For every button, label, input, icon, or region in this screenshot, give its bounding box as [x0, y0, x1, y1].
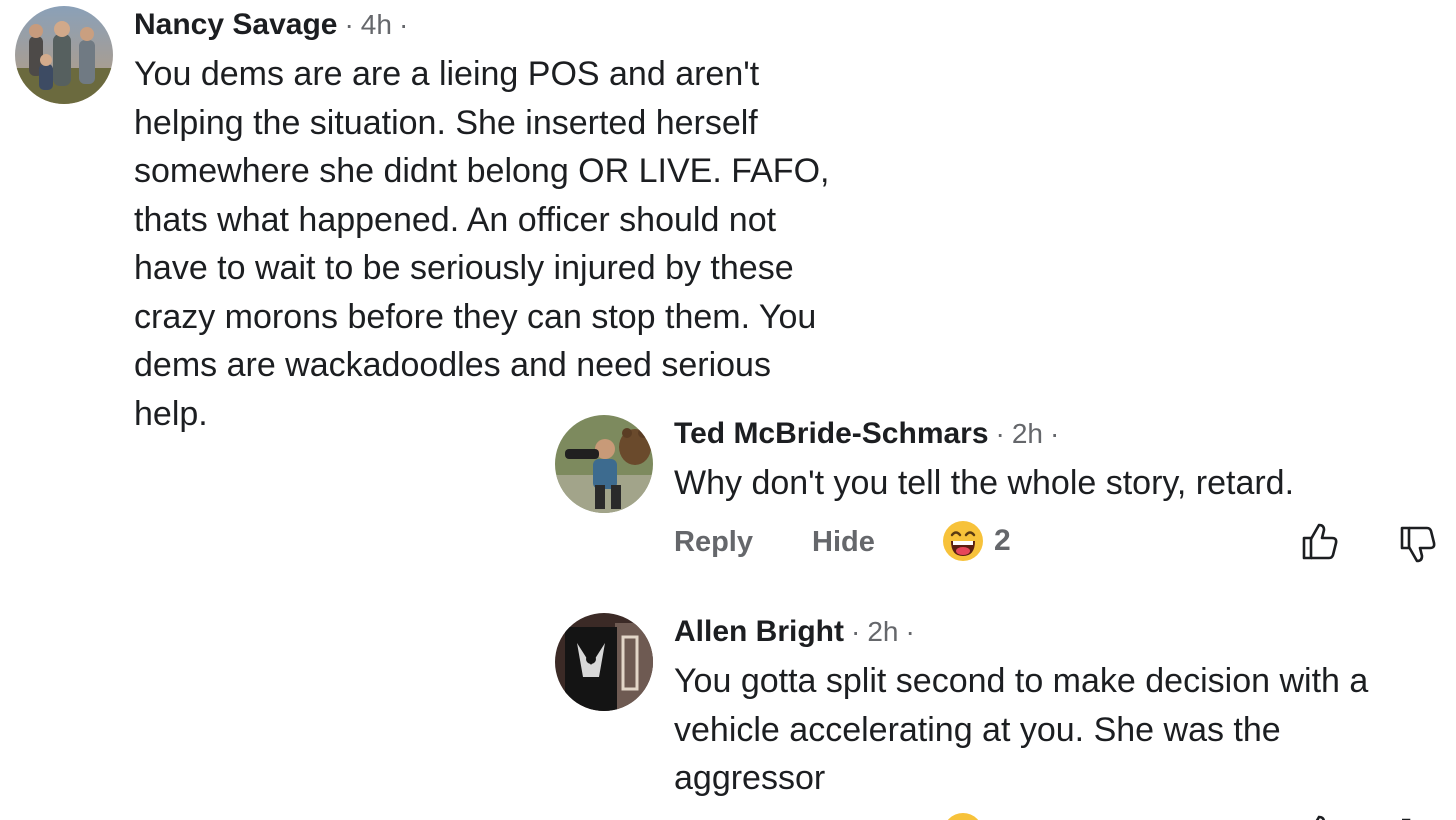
- reply-text-line: vehicle accelerating at you. She was the: [674, 710, 1281, 749]
- meta-separator: ·: [905, 616, 915, 647]
- comment-text-line: You dems are are a lieing POS and aren't: [134, 55, 760, 93]
- reply-header: Ted McBride-Schmars · 2h ·: [674, 416, 1066, 452]
- family-photo-avatar: [15, 6, 113, 104]
- avatar-allen-bright[interactable]: [555, 613, 653, 711]
- thumbs-up-icon[interactable]: [1300, 520, 1340, 562]
- laughing-emoji-icon: [943, 521, 983, 561]
- reaction-summary[interactable]: 2: [942, 520, 1011, 562]
- meta-separator: ·: [398, 9, 409, 40]
- comment-thread: Nancy Savage · 4h · You dems are are a l…: [0, 0, 1456, 820]
- laughing-emoji-icon: [947, 813, 979, 820]
- photographer-with-bear-avatar: [555, 415, 653, 513]
- meta-separator: ·: [851, 616, 861, 647]
- comment-text-line: crazy morons before they can stop them. …: [134, 297, 817, 336]
- author-name[interactable]: Allen Bright: [674, 614, 844, 650]
- timestamp[interactable]: 4h: [361, 7, 392, 43]
- author-name[interactable]: Ted McBride-Schmars: [674, 416, 989, 452]
- reply-text-line: Why don't you tell the whole story, reta…: [674, 464, 1295, 502]
- reply-text: You gotta split second to make decision …: [674, 657, 1368, 803]
- comment-text-line: thats what happened. An officer should n…: [134, 200, 777, 239]
- avatar-ted-mcbride-schmars[interactable]: [555, 415, 653, 513]
- avatar-nancy-savage[interactable]: [15, 6, 113, 104]
- reply-header: Allen Bright · 2h ·: [674, 614, 922, 650]
- reply-actions-bar-cutoff: [674, 812, 1456, 820]
- timestamp[interactable]: 2h: [1012, 416, 1043, 452]
- reply-button[interactable]: Reply: [674, 526, 753, 559]
- comment-text-line: dems are wackadoodles and need serious: [134, 346, 771, 384]
- comment-header: Nancy Savage · 4h ·: [134, 7, 415, 43]
- author-name[interactable]: Nancy Savage: [134, 7, 337, 43]
- thumbs-up-icon[interactable]: [1300, 812, 1340, 820]
- reply-actions-bar: Reply Hide 2: [674, 520, 1456, 568]
- reply-text: Why don't you tell the whole story, reta…: [674, 459, 1294, 508]
- meta-separator: ·: [1050, 418, 1060, 449]
- reply-text-line: You gotta split second to make decision …: [674, 662, 1369, 700]
- comment-text-line: helping the situation. She inserted hers…: [134, 103, 758, 142]
- comment-text-line: have to wait to be seriously injured by …: [134, 249, 794, 287]
- comment-text-line: somewhere she didnt belong OR LIVE. FAFO…: [134, 152, 830, 190]
- comment-text: You dems are are a lieing POS and aren't…: [134, 50, 829, 438]
- hide-button[interactable]: Hide: [812, 526, 875, 559]
- thumbs-down-icon[interactable]: [1398, 524, 1438, 566]
- timestamp[interactable]: 2h: [867, 614, 898, 650]
- meta-separator: ·: [995, 418, 1005, 449]
- reply-text-line: aggressor: [674, 759, 826, 797]
- dark-graphic-tshirt-avatar: [555, 613, 653, 711]
- reaction-count: 2: [994, 524, 1011, 557]
- thumbs-down-icon[interactable]: [1398, 816, 1438, 820]
- meta-separator: ·: [344, 9, 354, 40]
